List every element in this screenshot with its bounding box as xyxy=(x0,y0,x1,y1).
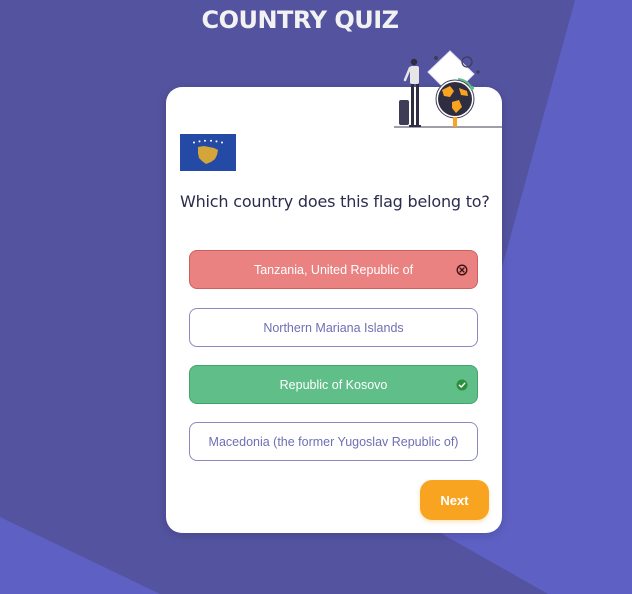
kosovo-flag-icon xyxy=(180,134,236,171)
answer-option-4[interactable]: Macedonia (the former Yugoslav Republic … xyxy=(189,422,478,461)
answer-option-1[interactable]: Tanzania, United Republic of xyxy=(189,250,478,289)
x-circle-icon xyxy=(456,264,468,276)
next-button[interactable]: Next xyxy=(420,480,489,520)
answer-option-label: Macedonia (the former Yugoslav Republic … xyxy=(208,434,459,449)
answer-option-3[interactable]: Republic of Kosovo xyxy=(189,365,478,404)
check-circle-icon xyxy=(456,379,468,391)
page-title: COUNTRY QUIZ xyxy=(201,6,399,34)
answer-option-2[interactable]: Northern Mariana Islands xyxy=(189,308,478,347)
answer-option-label: Northern Mariana Islands xyxy=(263,320,404,335)
answer-option-label: Republic of Kosovo xyxy=(279,377,388,392)
quiz-card: Which country does this flag belong to? … xyxy=(166,87,502,533)
traveler-globe-illustration xyxy=(394,50,502,128)
question-text: Which country does this flag belong to? xyxy=(180,192,490,211)
answer-option-label: Tanzania, United Republic of xyxy=(253,262,414,277)
